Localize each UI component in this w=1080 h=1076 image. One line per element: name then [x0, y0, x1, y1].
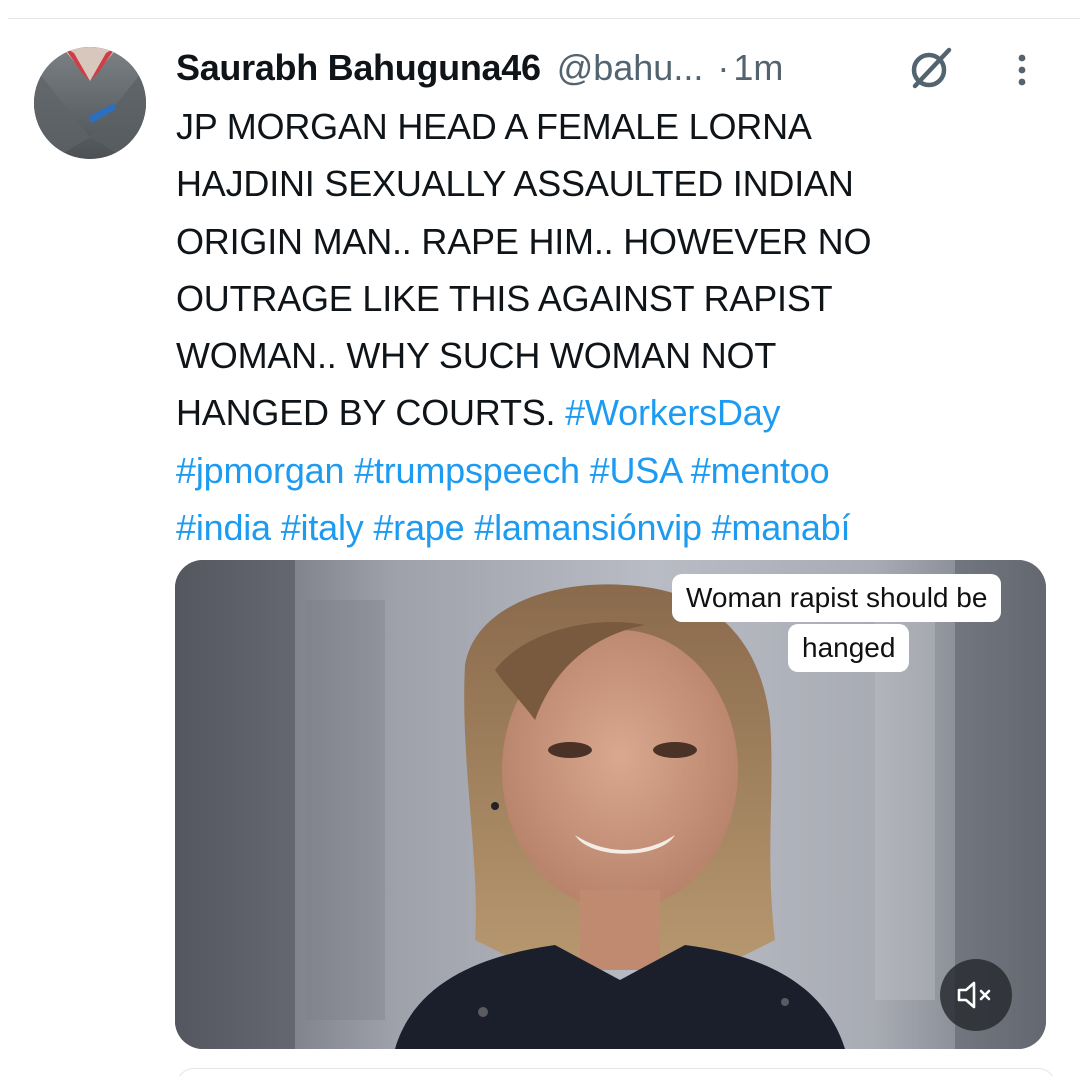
next-card-edge: [176, 1068, 1056, 1076]
text-line-with-hashtag: HANGED BY COURTS. #WorkersDay: [176, 384, 1056, 441]
hashtag-link[interactable]: #manabí: [712, 507, 851, 548]
tweet-header: Saurabh Bahuguna46 @bahu... · 1m: [176, 44, 783, 92]
timestamp[interactable]: 1m: [733, 47, 783, 89]
tweet-screen: Saurabh Bahuguna46 @bahu... · 1m JP MORG…: [0, 0, 1080, 1076]
hashtag-link[interactable]: #mentoo: [691, 450, 830, 491]
text-line: OUTRAGE LIKE THIS AGAINST RAPIST: [176, 277, 833, 319]
divider: [8, 18, 1080, 19]
volume-muted-icon: [957, 981, 991, 1009]
separator-dot: ·: [717, 47, 730, 88]
hashtag-link[interactable]: #italy: [281, 507, 364, 548]
hashtag-link[interactable]: #lamansiónvip: [474, 507, 702, 548]
video-media[interactable]: Woman rapist should be hanged: [175, 560, 1046, 1049]
grok-icon[interactable]: [905, 42, 957, 94]
text-line: JP MORGAN HEAD A FEMALE LORNA: [176, 106, 812, 147]
display-name[interactable]: Saurabh Bahuguna46: [176, 47, 541, 89]
hashtag-link[interactable]: #trumpspeech: [354, 450, 580, 491]
hashtag-line: #india #italy #rape #lamansiónvip #manab…: [176, 499, 1056, 556]
hashtag-link[interactable]: #india: [176, 507, 271, 548]
hashtag-link[interactable]: #WorkersDay: [565, 392, 780, 433]
avatar[interactable]: [34, 47, 146, 159]
hashtag-link[interactable]: #USA: [590, 450, 681, 491]
text-segment: HANGED BY COURTS.: [176, 392, 556, 434]
tweet-text: JP MORGAN HEAD A FEMALE LORNA HAJDINI SE…: [176, 98, 1056, 556]
more-vertical-icon[interactable]: [1008, 48, 1036, 92]
mute-button[interactable]: [940, 959, 1012, 1031]
user-handle[interactable]: @bahu...: [557, 47, 704, 89]
video-caption: Woman rapist should be: [672, 574, 1002, 622]
text-line: ORIGIN MAN.. RAPE HIM.. HOWEVER NO: [176, 220, 872, 262]
text-line: HAJDINI SEXUALLY ASSAULTED INDIAN: [176, 163, 854, 205]
video-caption: hanged: [788, 624, 910, 672]
hashtag-line: #jpmorgan #trumpspeech #USA #mentoo: [176, 442, 1056, 499]
text-line: WOMAN.. WHY SUCH WOMAN NOT: [176, 335, 777, 377]
hashtag-link[interactable]: #rape: [373, 507, 464, 548]
hashtag-link[interactable]: #jpmorgan: [176, 450, 345, 491]
video-frame: [175, 560, 1046, 1049]
